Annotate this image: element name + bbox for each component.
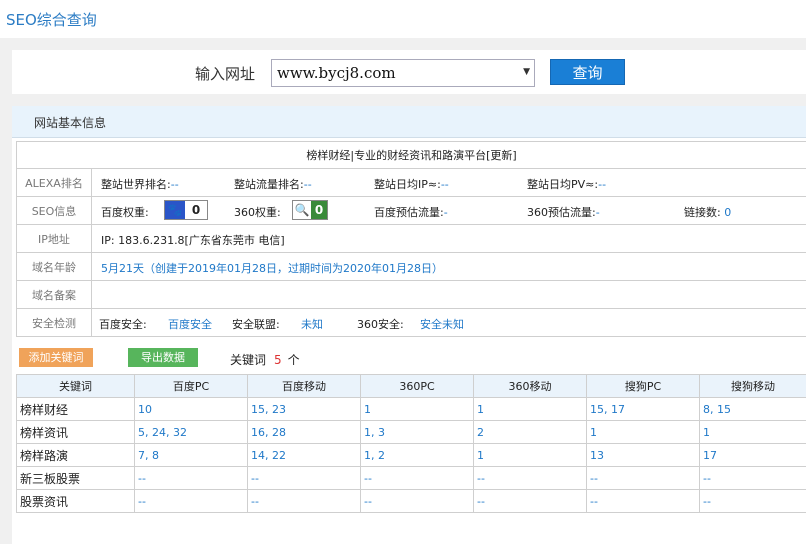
top-bar: SEO综合查询	[0, 0, 806, 38]
keyword-cell: 新三板股票	[16, 466, 135, 490]
rank-cell: --	[247, 489, 361, 513]
column-header: 关键词	[16, 374, 135, 398]
column-header: 360PC	[360, 374, 474, 398]
rank-cell[interactable]: 1	[473, 443, 587, 467]
rank-cell: --	[134, 466, 248, 490]
rank-cell: --	[586, 466, 700, 490]
rank-cell[interactable]: 7, 8	[134, 443, 248, 467]
rank-cell: --	[360, 489, 474, 513]
rank-cell: --	[247, 466, 361, 490]
search-icon: 🔍	[294, 203, 310, 217]
ip-row: IP地址 IP: 183.6.231.8[广东省东莞市 电信]	[16, 224, 806, 253]
site-info-panel: 网站基本信息 榜样财经|专业的财经资讯和路演平台[更新] ALEXA排名 整站世…	[12, 106, 806, 544]
rank-cell[interactable]: 14, 22	[247, 443, 361, 467]
alexa-label: ALEXA排名	[16, 168, 92, 197]
table-row: 榜样资讯 5, 24, 32 16, 28 1, 3 2 1 1	[16, 420, 806, 444]
icp-label: 域名备案	[16, 280, 92, 309]
seo-label: SEO信息	[16, 196, 92, 225]
security-row: 安全检测 百度安全: 百度安全 安全联盟: 未知 360安全: 安全未知	[16, 308, 806, 337]
keyword-actions: 添加关键词 导出数据 关键词 5 个	[12, 348, 806, 372]
keyword-cell: 榜样财经	[16, 397, 135, 421]
url-value: www.bycj8.com	[277, 64, 396, 82]
column-header: 360移动	[473, 374, 587, 398]
table-row: 榜样财经 10 15, 23 1 1 15, 17 8, 15	[16, 397, 806, 421]
baidu-weight-badge[interactable]: 🐾 0	[164, 200, 208, 220]
rank-cell: --	[699, 466, 806, 490]
rank-cell: --	[473, 489, 587, 513]
rank-cell[interactable]: 15, 23	[247, 397, 361, 421]
export-data-button[interactable]: 导出数据	[128, 348, 198, 367]
alexa-row: ALEXA排名 整站世界排名:-- 整站流量排名:-- 整站日均IP≈:-- 整…	[16, 168, 806, 197]
keyword-cell: 股票资讯	[16, 489, 135, 513]
add-keyword-button[interactable]: 添加关键词	[19, 348, 93, 367]
page-title: SEO综合查询	[6, 11, 97, 29]
column-header: 百度移动	[247, 374, 361, 398]
baidu-security-link[interactable]: 百度安全	[168, 316, 212, 332]
rank-cell[interactable]: 16, 28	[247, 420, 361, 444]
column-header: 搜狗PC	[586, 374, 700, 398]
ip-label: IP地址	[16, 224, 92, 253]
rank-cell[interactable]: 2	[473, 420, 587, 444]
rank-cell[interactable]: 1	[699, 420, 806, 444]
alliance-security-link[interactable]: 未知	[301, 316, 323, 332]
rank-cell[interactable]: 15, 17	[586, 397, 700, 421]
rank-cell[interactable]: 1	[586, 420, 700, 444]
keyword-header-row: 关键词 百度PC 百度移动 360PC 360移动 搜狗PC 搜狗移动	[16, 374, 806, 398]
ip-value: IP: 183.6.231.8[广东省东莞市 电信]	[101, 234, 285, 247]
keyword-table: 关键词 百度PC 百度移动 360PC 360移动 搜狗PC 搜狗移动 榜样财经…	[16, 374, 806, 513]
rank-cell[interactable]: 17	[699, 443, 806, 467]
url-select[interactable]: www.bycj8.com ▼	[271, 59, 535, 87]
security-label: 安全检测	[16, 308, 92, 337]
site-info-table: 榜样财经|专业的财经资讯和路演平台[更新] ALEXA排名 整站世界排名:-- …	[15, 141, 806, 337]
rank-cell: --	[360, 466, 474, 490]
weight-360-badge[interactable]: 🔍 0	[292, 200, 328, 220]
panel-header: 网站基本信息	[12, 106, 806, 138]
keyword-count: 关键词 5 个	[230, 353, 300, 367]
url-label: 输入网址	[195, 65, 256, 83]
search-panel: 输入网址 www.bycj8.com ▼ 查询	[12, 50, 806, 94]
world-rank[interactable]: --	[171, 178, 179, 191]
rank-cell[interactable]: 1, 2	[360, 443, 474, 467]
rank-cell[interactable]: 5, 24, 32	[134, 420, 248, 444]
query-button[interactable]: 查询	[550, 59, 625, 85]
links-count[interactable]: 0	[724, 206, 731, 219]
domain-age-row: 域名年龄 5月21天（创建于2019年01月28日，过期时间为2020年01月2…	[16, 252, 806, 281]
rank-cell: --	[586, 489, 700, 513]
chevron-down-icon[interactable]: ▼	[523, 67, 530, 77]
rank-cell[interactable]: 13	[586, 443, 700, 467]
rank-cell[interactable]: 8, 15	[699, 397, 806, 421]
rank-cell[interactable]: 1, 3	[360, 420, 474, 444]
rank-cell: --	[473, 466, 587, 490]
rank-cell: --	[134, 489, 248, 513]
seo-row: SEO信息 百度权重: 🐾 0 360权重: 🔍 0 百度预估流量:- 360预估流…	[16, 196, 806, 225]
security-360-link[interactable]: 安全未知	[420, 316, 464, 332]
daily-pv[interactable]: --	[598, 178, 606, 191]
traffic-rank[interactable]: --	[304, 178, 312, 191]
baidu-paw-icon: 🐾	[165, 201, 185, 219]
keyword-cell: 榜样路演	[16, 443, 135, 467]
site-title[interactable]: 榜样财经|专业的财经资讯和路演平台[更新]	[15, 141, 806, 169]
icp-row: 域名备案	[16, 280, 806, 309]
column-header: 搜狗移动	[699, 374, 806, 398]
column-header: 百度PC	[134, 374, 248, 398]
table-row: 榜样路演 7, 8 14, 22 1, 2 1 13 17	[16, 443, 806, 467]
rank-cell[interactable]: 10	[134, 397, 248, 421]
keyword-cell: 榜样资讯	[16, 420, 135, 444]
table-row: 新三板股票 -- -- -- -- -- --	[16, 466, 806, 490]
rank-cell[interactable]: 1	[360, 397, 474, 421]
domain-age-value[interactable]: 5月21天（创建于2019年01月28日，过期时间为2020年01月28日）	[101, 260, 443, 276]
table-row: 股票资讯 -- -- -- -- -- --	[16, 489, 806, 513]
rank-cell: --	[699, 489, 806, 513]
panel-title: 网站基本信息	[34, 116, 107, 130]
domain-age-label: 域名年龄	[16, 252, 92, 281]
rank-cell[interactable]: 1	[473, 397, 587, 421]
daily-ip[interactable]: --	[441, 178, 449, 191]
